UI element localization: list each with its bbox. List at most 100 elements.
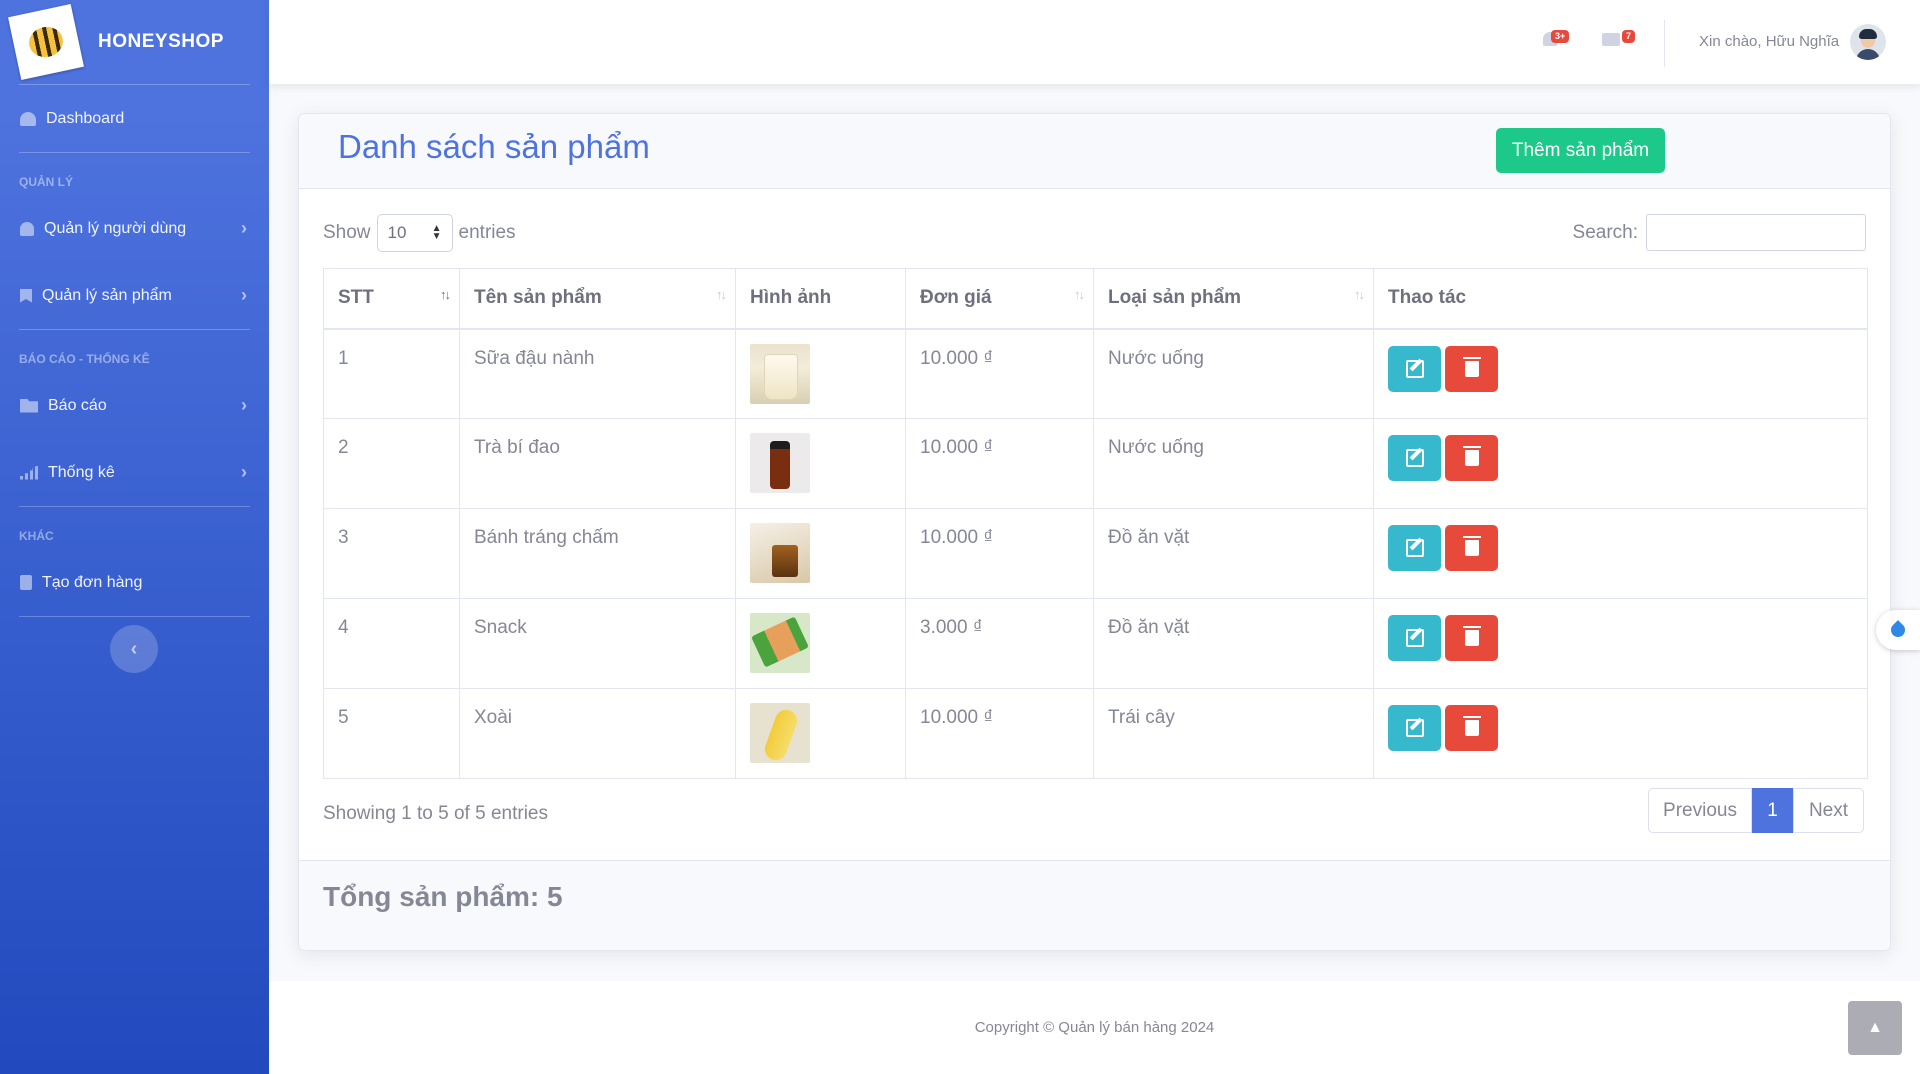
sidebar-toggle-button[interactable]: ‹ xyxy=(110,625,158,673)
page-size-value: 10 xyxy=(387,223,407,242)
chevron-up-icon: ▲ xyxy=(1867,1019,1883,1036)
column-header-label: Đơn giá xyxy=(920,287,992,309)
edit-icon xyxy=(1405,539,1424,557)
cell-stt: 4 xyxy=(323,598,460,689)
add-product-button[interactable]: Thêm sản phẩm xyxy=(1496,128,1665,173)
sidebar-heading-other: KHÁC xyxy=(19,529,54,543)
delete-button[interactable] xyxy=(1445,525,1498,571)
cell-category: Trái cây xyxy=(1093,688,1374,779)
table-row: 1 Sữa đậu nành 10.000 ₫ Nước uống xyxy=(323,328,1868,419)
delete-button[interactable] xyxy=(1445,435,1498,481)
column-header-label: Tên sản phẩm xyxy=(474,287,602,309)
column-header-category[interactable]: Loại sản phẩm ↑↓ xyxy=(1093,268,1374,330)
user-icon xyxy=(20,221,34,236)
next-page-button[interactable]: Next xyxy=(1793,788,1864,833)
brand[interactable]: HONEYSHOP xyxy=(0,0,269,84)
table-row: 2 Trà bí đao 10.000 ₫ Nước uống xyxy=(323,418,1868,509)
cell-image xyxy=(735,328,906,419)
sidebar-item-dashboard[interactable]: Dashboard xyxy=(0,85,269,152)
envelope-icon[interactable] xyxy=(1602,33,1620,46)
cell-image xyxy=(735,418,906,509)
cell-category: Nước uống xyxy=(1093,328,1374,419)
avatar[interactable] xyxy=(1850,24,1886,60)
sort-icon: ↑↓ xyxy=(716,287,727,302)
sort-icon: ↑↓ xyxy=(440,287,451,302)
edit-button[interactable] xyxy=(1388,705,1441,751)
table-row: 4 Snack 3.000 ₫ Đồ ăn vặt xyxy=(323,598,1868,689)
cell-name: Sữa đậu nành xyxy=(459,328,736,419)
bookmark-icon xyxy=(20,288,32,303)
product-image xyxy=(750,703,810,763)
delete-button[interactable] xyxy=(1445,615,1498,661)
cell-price: 10.000 ₫ xyxy=(905,328,1094,419)
sidebar-item-users[interactable]: Quản lý người dùng › xyxy=(0,195,269,262)
cell-actions xyxy=(1373,508,1868,599)
sidebar-item-stats[interactable]: Thống kê › xyxy=(0,439,269,506)
signal-icon xyxy=(20,465,38,480)
cell-category: Đồ ăn vặt xyxy=(1093,598,1374,689)
sidebar-item-label: Tạo đơn hàng xyxy=(42,573,143,591)
product-image xyxy=(750,613,810,673)
sidebar-item-label: Thống kê xyxy=(48,463,115,481)
clipboard-icon xyxy=(20,575,32,590)
cell-name: Bánh tráng chấm xyxy=(459,508,736,599)
chevron-right-icon: › xyxy=(241,218,247,238)
edit-icon xyxy=(1405,629,1424,647)
sidebar-item-label: Quản lý người dùng xyxy=(44,219,187,237)
column-header-price[interactable]: Đơn giá ↑↓ xyxy=(905,268,1094,330)
edit-icon xyxy=(1405,359,1424,378)
delete-button[interactable] xyxy=(1445,705,1498,751)
cell-price: 10.000 ₫ xyxy=(905,688,1094,779)
trash-icon xyxy=(1462,446,1481,466)
previous-page-button[interactable]: Previous xyxy=(1648,788,1752,833)
sidebar: HONEYSHOP Dashboard QUẢN LÝ Quản lý ngườ… xyxy=(0,0,269,1074)
column-header-label: Loại sản phẩm xyxy=(1108,287,1242,309)
card-footer: Tổng sản phẩm: 5 xyxy=(299,860,1890,950)
search-input[interactable] xyxy=(1646,214,1866,251)
cell-category: Nước uống xyxy=(1093,418,1374,509)
cell-price: 10.000 ₫ xyxy=(905,418,1094,509)
search-control: Search: xyxy=(1573,214,1866,251)
sidebar-item-products[interactable]: Quản lý sản phẩm › xyxy=(0,262,269,329)
cell-category: Đồ ăn vặt xyxy=(1093,508,1374,599)
edit-button[interactable] xyxy=(1388,615,1441,661)
edit-button[interactable] xyxy=(1388,435,1441,481)
brand-name: HONEYSHOP xyxy=(98,31,224,52)
delete-button[interactable] xyxy=(1445,345,1498,392)
page-size-control: Show 10 ▲ ▼ entries xyxy=(323,214,516,252)
column-header-name[interactable]: Tên sản phẩm ↑↓ xyxy=(459,268,736,330)
brand-logo xyxy=(8,4,84,80)
sidebar-divider xyxy=(19,616,250,617)
page-footer: Copyright © Quản lý bán hàng 2024 xyxy=(269,981,1920,1074)
user-greeting[interactable]: Xin chào, Hữu Nghĩa xyxy=(1699,33,1839,50)
floating-widget-button[interactable] xyxy=(1876,610,1920,650)
trash-icon xyxy=(1462,536,1481,556)
page-size-select[interactable]: 10 ▲ ▼ xyxy=(376,214,453,252)
product-image xyxy=(750,433,810,493)
cell-actions xyxy=(1373,688,1868,779)
droplet-icon xyxy=(1888,620,1908,640)
sidebar-item-label: Dashboard xyxy=(46,109,125,127)
chevron-right-icon: › xyxy=(241,395,247,415)
cell-name: Snack xyxy=(459,598,736,689)
edit-button[interactable] xyxy=(1388,345,1441,392)
column-header-stt[interactable]: STT ↑↓ xyxy=(323,268,460,330)
cell-stt: 1 xyxy=(323,328,460,419)
folder-icon xyxy=(20,398,38,413)
product-table: STT ↑↓ Tên sản phẩm ↑↓ Hình ảnh Đơn giá ↑↓ … xyxy=(323,268,1868,779)
entries-label: entries xyxy=(458,222,516,243)
column-header-label: STT xyxy=(338,287,374,309)
sidebar-heading-manage: QUẢN LÝ xyxy=(19,175,73,189)
table-header-row: STT ↑↓ Tên sản phẩm ↑↓ Hình ảnh Đơn giá ↑↓ … xyxy=(323,268,1868,330)
page-1-button[interactable]: 1 xyxy=(1752,788,1793,833)
sidebar-item-label: Quản lý sản phẩm xyxy=(42,286,172,304)
edit-button[interactable] xyxy=(1388,525,1441,571)
sort-arrows-icon: ▲ ▼ xyxy=(431,223,442,242)
sidebar-item-reports[interactable]: Báo cáo › xyxy=(0,372,269,439)
scroll-to-top-button[interactable]: ▲ xyxy=(1848,1001,1902,1055)
edit-icon xyxy=(1405,449,1424,467)
product-total: Tổng sản phẩm: 5 xyxy=(323,881,563,912)
trash-icon xyxy=(1462,356,1481,377)
sidebar-item-orders[interactable]: Tạo đơn hàng xyxy=(0,549,269,616)
bee-icon xyxy=(26,23,66,61)
